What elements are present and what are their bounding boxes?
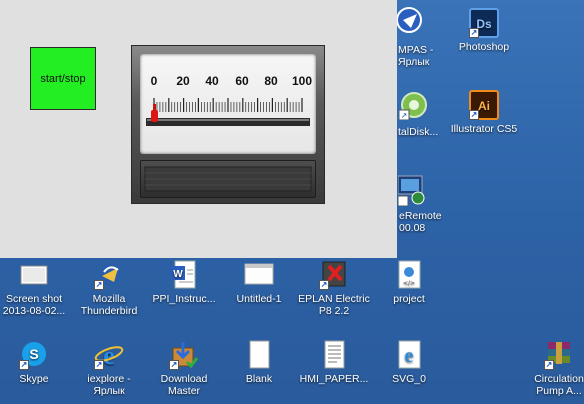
- icon-label: Blank: [245, 373, 273, 385]
- disk-label: talDisk...: [398, 126, 439, 138]
- icon-label: project: [393, 293, 425, 305]
- desktop-icon-screen-shot[interactable]: Screen shot 2013-08-02...: [0, 260, 71, 317]
- svg-text:S: S: [29, 346, 38, 362]
- icon-label-1: iexplore -: [87, 373, 131, 385]
- icon-label-2: 2013-08-02...: [2, 305, 66, 317]
- desktop-icon-blank[interactable]: Blank: [222, 340, 296, 385]
- start-stop-button[interactable]: start/stop: [30, 47, 96, 110]
- desktop-icon-ppi-instruct[interactable]: W PPI_Instruc...: [147, 260, 221, 305]
- icon-label-1: Download: [160, 373, 208, 385]
- ie-icon: e: [394, 340, 424, 370]
- svg-text:W: W: [173, 269, 183, 280]
- word-doc-icon: W: [169, 260, 199, 290]
- svg-text:e: e: [405, 345, 414, 367]
- winrar-icon: ↗: [544, 340, 574, 370]
- icon-label-2: Ярлык: [93, 385, 125, 397]
- illustrator-icon: Ai ↗: [469, 90, 499, 120]
- desktop-icon-hmi-paper[interactable]: HMI_PAPER...: [297, 340, 371, 385]
- desktop-icon-skype[interactable]: S ↗ Skype: [0, 340, 71, 385]
- document-icon: [244, 260, 274, 290]
- desktop-icon-untitled-1[interactable]: Untitled-1: [222, 260, 296, 305]
- icon-label-1: EPLAN Electric: [298, 293, 370, 305]
- svg-text:↗: ↗: [401, 111, 408, 120]
- icon-label: Illustrator CS5: [450, 123, 518, 135]
- svg-text:</>: </>: [403, 280, 415, 287]
- icon-label-1: Screen shot: [5, 293, 63, 305]
- blank-doc-icon: [244, 340, 274, 370]
- desktop-icon-project[interactable]: </> project: [372, 260, 446, 305]
- desktop-icon-circulation-pump[interactable]: ↗ Circulation Pump A...: [522, 340, 584, 397]
- desktop-icon-download-master[interactable]: ↗ Download Master: [147, 340, 221, 397]
- icon-label: Skype: [19, 373, 49, 385]
- compass-label-2: Ярлык: [398, 56, 430, 68]
- meter-base-grille: [144, 166, 312, 192]
- screenshot-icon: [19, 260, 49, 290]
- icon-label-2: Thunderbird: [80, 305, 138, 317]
- skype-icon: S ↗: [19, 340, 49, 370]
- svg-text:Ai: Ai: [478, 99, 490, 113]
- remote-label-2: 00.08: [399, 222, 426, 234]
- icon-label-1: Circulation: [534, 373, 584, 385]
- icon-label: HMI_PAPER...: [299, 373, 369, 385]
- disk-icon[interactable]: ↗: [398, 90, 429, 121]
- thunderbird-icon: ↗: [94, 260, 124, 290]
- icon-label-1: Mozilla: [92, 293, 126, 305]
- svg-text:e: e: [103, 341, 115, 370]
- compass-icon[interactable]: [396, 6, 425, 36]
- ie-icon: e ↗: [94, 340, 124, 370]
- eplan-icon: ↗: [319, 260, 349, 290]
- analog-meter: 0 20 40 60 80 100: [131, 45, 325, 204]
- desktop-icon-svg-0[interactable]: e SVG_0: [372, 340, 446, 385]
- html-file-icon: </>: [394, 260, 424, 290]
- icon-label: Untitled-1: [236, 293, 282, 305]
- compass-label-1: MPAS -: [398, 44, 434, 56]
- icon-label-2: P8 2.2: [318, 305, 350, 317]
- icon-label: SVG_0: [392, 373, 426, 385]
- doc-icon: [319, 340, 349, 370]
- desktop-icon-photoshop[interactable]: Ds ↗ Photoshop: [447, 8, 521, 53]
- icon-label-2: Master: [167, 385, 201, 397]
- download-master-icon: ↗: [169, 340, 199, 370]
- remote-icon[interactable]: [397, 174, 428, 207]
- desktop-icon-illustrator[interactable]: Ai ↗ Illustrator CS5: [447, 90, 521, 135]
- meter-scale: [146, 98, 310, 126]
- meter-track-highlight: [147, 119, 309, 121]
- desktop-icon-thunderbird[interactable]: ↗ Mozilla Thunderbird: [72, 260, 146, 317]
- icon-label: Photoshop: [458, 41, 510, 53]
- desktop-icon-eplan[interactable]: ↗ EPLAN Electric P8 2.2: [297, 260, 371, 317]
- icon-label: PPI_Instruc...: [152, 293, 216, 305]
- remote-label-1: eRemote: [399, 210, 442, 222]
- hmi-app-window: start/stop 0 20 40 60 80 100: [0, 0, 397, 258]
- photoshop-icon: Ds ↗: [469, 8, 499, 38]
- desktop-icon-iexplore[interactable]: e ↗ iexplore - Ярлык: [72, 340, 146, 397]
- meter-base-panel: [140, 160, 316, 198]
- meter-face: 0 20 40 60 80 100: [140, 54, 316, 154]
- meter-ticks: [153, 98, 303, 112]
- icon-label-2: Pump A...: [536, 385, 582, 397]
